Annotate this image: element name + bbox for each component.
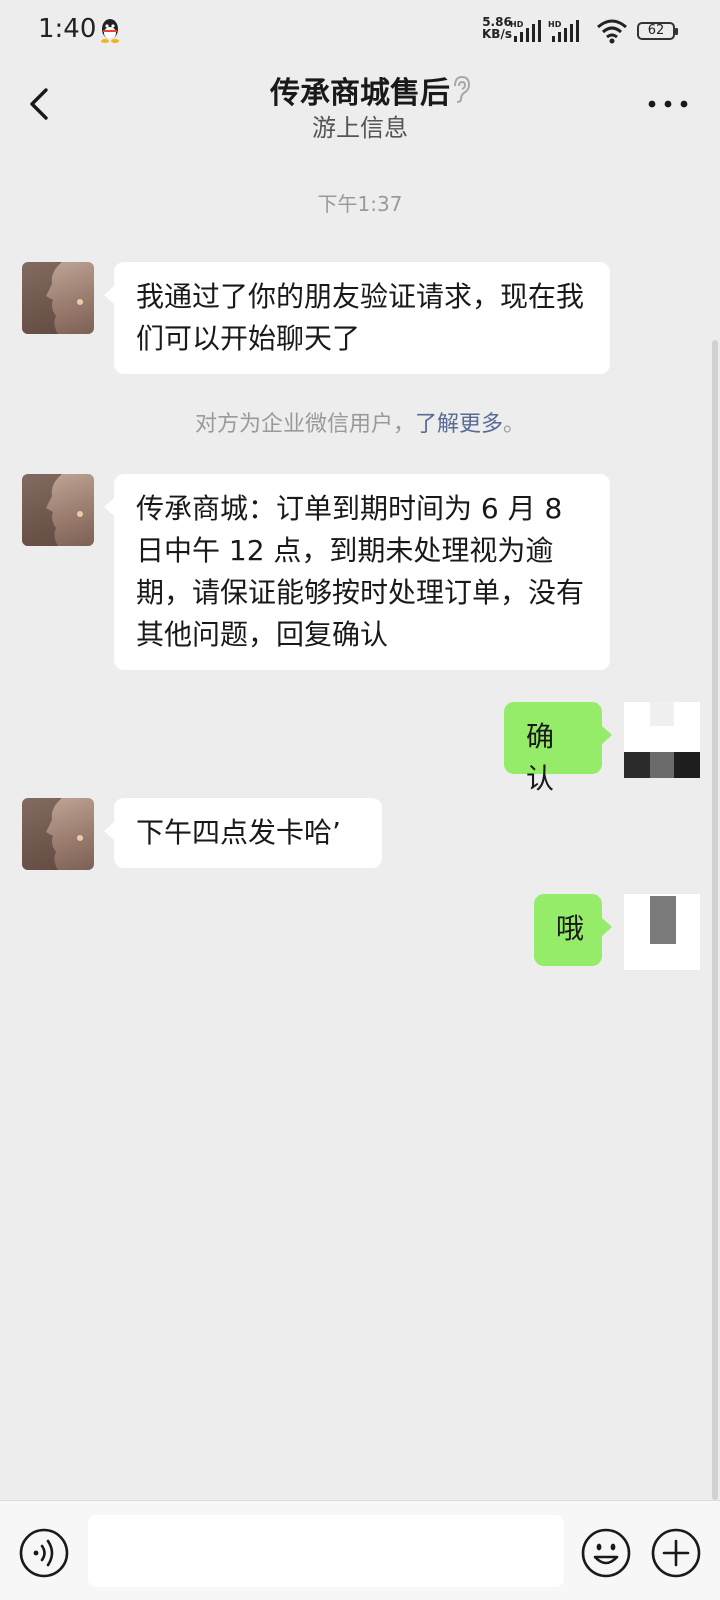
system-notice-text: 对方为企业微信用户， [194,412,415,437]
message-input[interactable] [88,1515,564,1587]
my-avatar-image [624,894,700,970]
my-avatar[interactable] [624,894,700,970]
input-bar [0,1500,720,1600]
status-bar: 1:40 5.86 KB/s HD HD 62 [0,0,720,64]
emoji-button[interactable] [580,1527,632,1579]
learn-more-link[interactable]: 了解更多 [415,412,503,437]
message-bubble-incoming[interactable]: 下午四点发卡哈’ [104,798,382,868]
contact-avatar[interactable] [22,798,94,870]
chat-title: 传承商城售后 [270,76,450,111]
network-speed: 5.86 KB/s [482,16,512,40]
plus-more-button[interactable] [650,1527,702,1579]
contact-avatar[interactable] [22,474,94,546]
message-bubble-outgoing[interactable]: 哦 [534,894,612,966]
system-notice-end: 。 [503,412,526,437]
wifi-icon [597,19,627,44]
message-bubble-outgoing[interactable]: 确认 [504,702,612,795]
earpiece-mode-icon [454,75,471,103]
battery-indicator: 62 [637,22,678,40]
status-time: 1:40 [38,14,97,44]
avatar-portrait-icon [22,262,83,334]
signal-icon-2: HD [548,20,579,42]
system-notice: 对方为企业微信用户，了解更多。 [0,406,720,438]
speed-unit: KB/s [482,27,512,41]
my-avatar-image [624,702,700,778]
more-options-icon[interactable] [646,94,690,114]
my-avatar[interactable] [624,702,700,778]
voice-input-button[interactable] [18,1527,70,1579]
message-bubble-incoming[interactable]: 我通过了你的朋友验证请求，现在我们可以开始聊天了 [104,262,610,374]
message-bubble-incoming[interactable]: 传承商城：订单到期时间为 6 月 8 日中午 12 点，到期未处理视为逾期，请保… [104,474,610,670]
chat-header: 传承商城售后 游上信息 [0,64,720,150]
message-timestamp: 下午1:37 [317,192,403,216]
contact-avatar[interactable] [22,262,94,334]
chat-scrollbar[interactable] [712,340,718,1500]
avatar-portrait-icon [22,474,83,546]
chat-subtitle: 游上信息 [312,114,408,142]
qq-icon [101,19,119,43]
avatar-portrait-icon [22,798,83,870]
signal-hd-label: HD [510,20,524,29]
signal-hd-label-2: HD [548,20,562,29]
signal-icon: HD [510,20,541,42]
